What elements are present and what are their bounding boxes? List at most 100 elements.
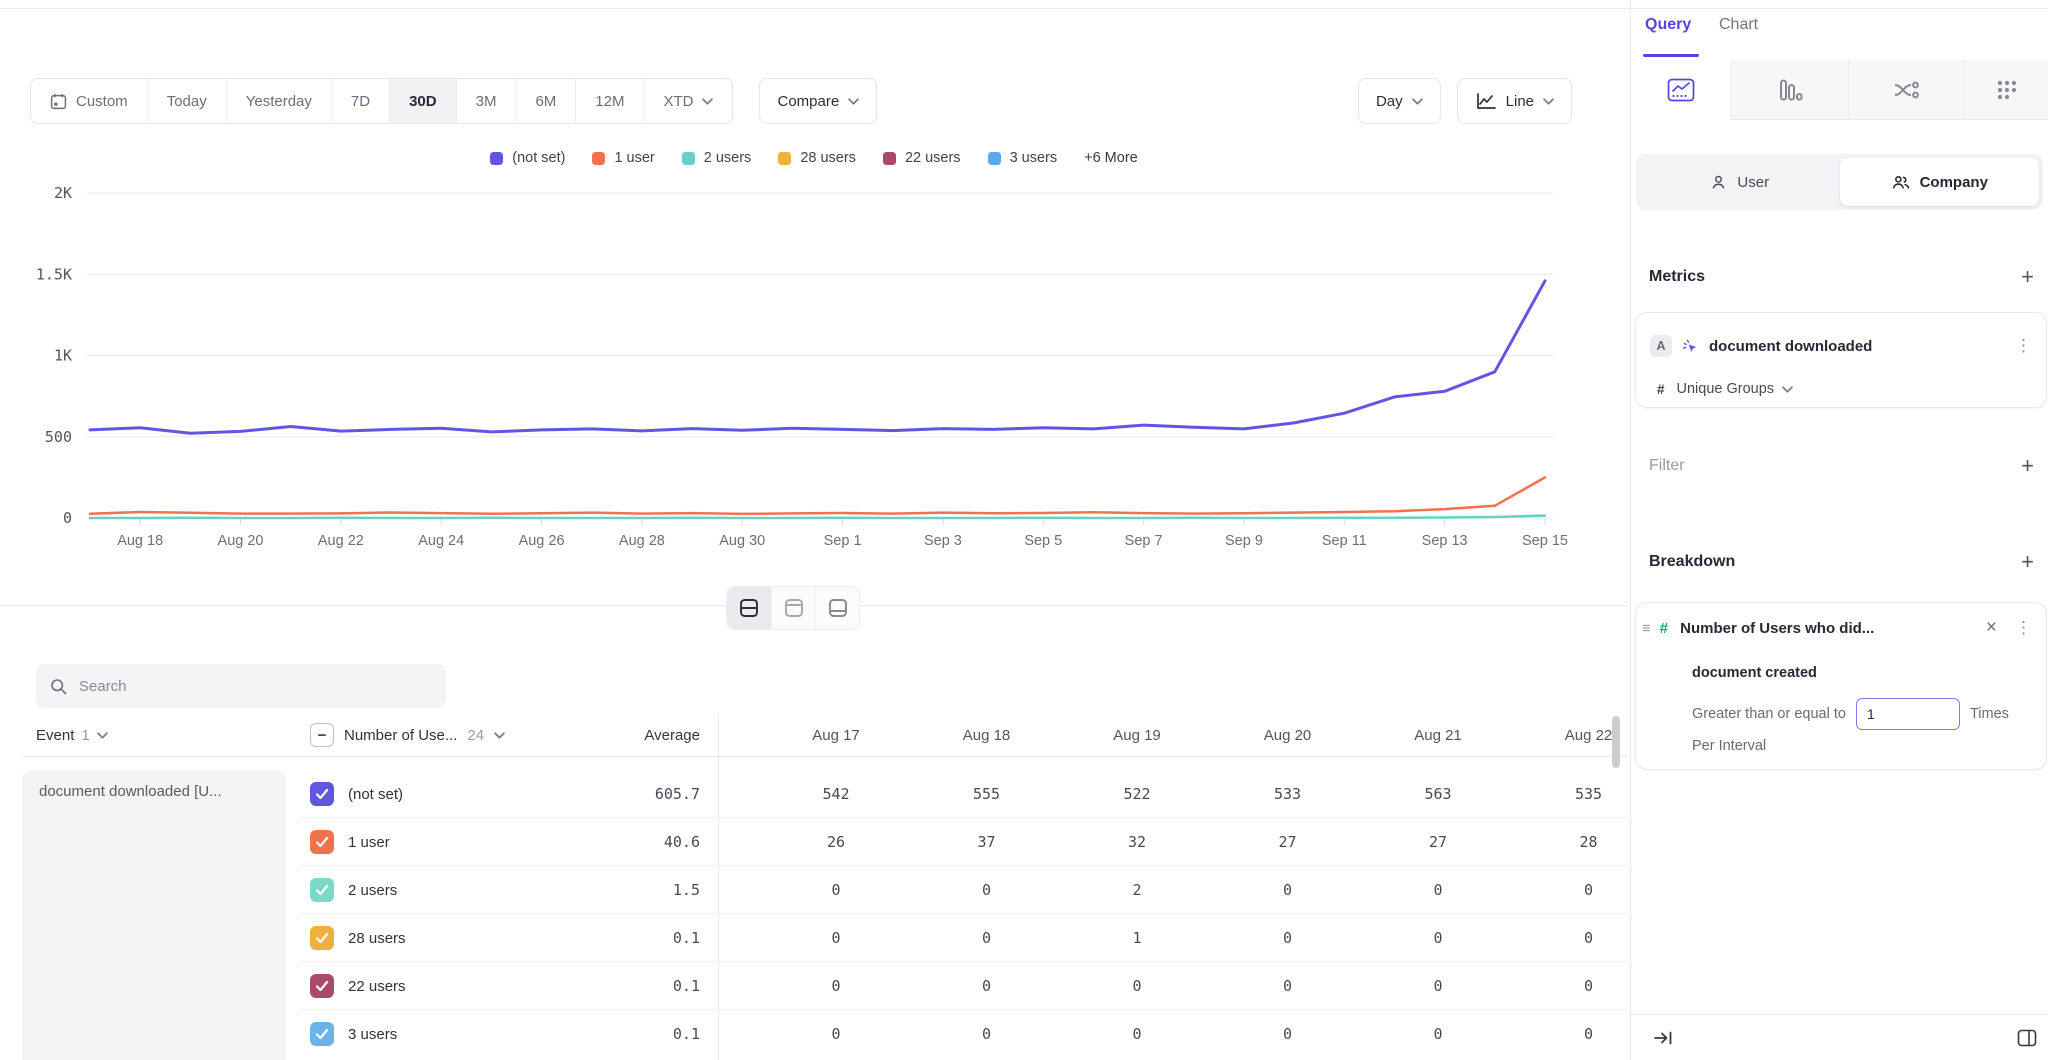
legend-item[interactable]: 1 user (592, 150, 654, 166)
date-column-header[interactable]: Aug 20 (1218, 714, 1358, 756)
check-icon (315, 884, 329, 896)
layout-table-only-button[interactable] (815, 587, 859, 629)
breakdown-condition[interactable]: Greater than or equal to (1692, 706, 1846, 722)
range-3m[interactable]: 3M (456, 79, 516, 123)
range-30d[interactable]: 30D (389, 79, 456, 123)
row-label[interactable]: 28 users (348, 914, 406, 962)
average-column-header[interactable]: Average (560, 714, 700, 756)
date-column-header[interactable]: Aug 21 (1368, 714, 1508, 756)
row-value: 533 (1218, 770, 1358, 818)
row-checkbox[interactable] (310, 926, 334, 950)
range-6m[interactable]: 6M (515, 79, 575, 123)
measure-hash-icon: # (1657, 382, 1665, 397)
event-column-header[interactable]: Event 1 (36, 714, 108, 756)
row-checkbox[interactable] (310, 878, 334, 902)
group-header-label[interactable]: Number of Use... (344, 727, 457, 744)
add-filter-button[interactable]: + (2021, 455, 2034, 477)
row-label[interactable]: 3 users (348, 1010, 397, 1058)
chart-type-flow-tab[interactable] (1848, 60, 1963, 120)
table-only-icon (828, 598, 848, 618)
scope-user[interactable]: User (1640, 158, 1840, 206)
collapse-panel-icon[interactable] (1653, 1030, 1673, 1046)
chevron-down-icon (1543, 98, 1554, 105)
line-chart[interactable]: 05001K1.5K2KAug 18Aug 20Aug 22Aug 24Aug … (0, 180, 1628, 560)
search-input[interactable] (79, 678, 419, 695)
chevron-down-icon (97, 732, 108, 739)
metric-event-name[interactable]: document downloaded (1709, 338, 1872, 355)
add-breakdown-button[interactable]: + (2021, 551, 2034, 573)
chart-type-bar-tab[interactable] (1731, 60, 1848, 120)
drag-handle-icon[interactable]: ≡ (1640, 620, 1652, 637)
range-xtd[interactable]: XTD (643, 79, 732, 123)
layout-chart-only-button[interactable] (771, 587, 815, 629)
x-axis-label: Aug 24 (418, 533, 464, 549)
chart-type-button[interactable]: Line (1457, 78, 1572, 124)
date-column-header[interactable]: Aug 18 (917, 714, 1057, 756)
row-value: 0 (766, 866, 906, 914)
chart-legend: (not set) 1 user 2 users 28 users 22 users 3 … (0, 150, 1628, 166)
legend-item[interactable]: (not set) (490, 150, 565, 166)
range-today[interactable]: Today (147, 79, 226, 123)
table-row: (not set)605.7542555522533563535 (300, 770, 1628, 818)
breakdown-card[interactable]: ≡ # Number of Users who did... × ⋮ docum… (1635, 602, 2047, 770)
event-group-cell[interactable]: document downloaded [U... (22, 770, 286, 1060)
range-custom[interactable]: Custom (31, 79, 147, 123)
compare-button[interactable]: Compare (759, 78, 877, 124)
side-panel-toggle-icon[interactable] (2017, 1029, 2037, 1047)
legend-item[interactable]: 2 users (682, 150, 752, 166)
range-label: 7D (351, 93, 370, 110)
range-7d[interactable]: 7D (331, 79, 389, 123)
panel-footer (1631, 1014, 2048, 1060)
breakdown-name[interactable]: Number of Users who did... (1680, 620, 1874, 637)
measure-selector[interactable]: Unique Groups (1677, 381, 1794, 397)
legend-item[interactable]: 22 users (883, 150, 961, 166)
row-value: 0 (1218, 866, 1358, 914)
range-label: 30D (409, 93, 437, 110)
legend-label: (not set) (512, 150, 565, 166)
legend-item[interactable]: 28 users (778, 150, 856, 166)
row-average: 1.5 (560, 866, 700, 914)
row-value: 555 (917, 770, 1057, 818)
tab-chart[interactable]: Chart (1719, 16, 1758, 34)
row-label[interactable]: 22 users (348, 962, 406, 1010)
table-scrollbar[interactable] (1612, 716, 1620, 768)
series-line--not-set- (90, 281, 1545, 433)
x-axis-label: Sep 9 (1225, 533, 1263, 549)
select-all-checkbox[interactable]: − (310, 723, 334, 747)
row-checkbox[interactable] (310, 782, 334, 806)
row-checkbox[interactable] (310, 974, 334, 998)
times-unit-label: Times (1970, 706, 2009, 722)
chart-type-label: Line (1506, 93, 1534, 110)
table-header: Event 1 − Number of Use... 24 Average Au… (0, 714, 1628, 756)
date-column-header[interactable]: Aug 17 (766, 714, 906, 756)
row-value: 563 (1368, 770, 1508, 818)
scope-company[interactable]: Company (1840, 158, 2040, 206)
tab-query[interactable]: Query (1645, 16, 1691, 34)
row-average: 605.7 (560, 770, 700, 818)
chart-type-grid-tab[interactable] (1963, 60, 2048, 120)
row-checkbox[interactable] (310, 1022, 334, 1046)
breakdown-per-interval[interactable]: Per Interval (1692, 738, 1766, 754)
row-label[interactable]: 2 users (348, 866, 397, 914)
metric-card[interactable]: A document downloaded ⋮ # Unique Groups (1635, 312, 2047, 408)
series-line-1-user (90, 477, 1545, 514)
breakdown-more-menu[interactable]: ⋮ (2011, 618, 2036, 638)
layout-split-button[interactable] (727, 587, 771, 629)
range-yesterday[interactable]: Yesterday (226, 79, 331, 123)
range-label: Today (167, 93, 207, 110)
chart-type-line-tab[interactable] (1631, 60, 1731, 120)
legend-swatch (592, 152, 605, 165)
close-icon[interactable]: × (1980, 617, 2003, 639)
row-label[interactable]: 1 user (348, 818, 390, 866)
legend-more[interactable]: +6 More (1084, 150, 1138, 166)
row-label[interactable]: (not set) (348, 770, 403, 818)
granularity-button[interactable]: Day (1358, 78, 1441, 124)
date-column-header[interactable]: Aug 19 (1067, 714, 1207, 756)
range-12m[interactable]: 12M (575, 79, 643, 123)
add-metric-button[interactable]: + (2021, 266, 2034, 288)
row-checkbox[interactable] (310, 830, 334, 854)
metric-more-menu[interactable]: ⋮ (2011, 336, 2036, 356)
breakdown-event[interactable]: document created (1692, 665, 1817, 681)
legend-item[interactable]: 3 users (988, 150, 1058, 166)
times-value-input[interactable] (1856, 698, 1960, 730)
